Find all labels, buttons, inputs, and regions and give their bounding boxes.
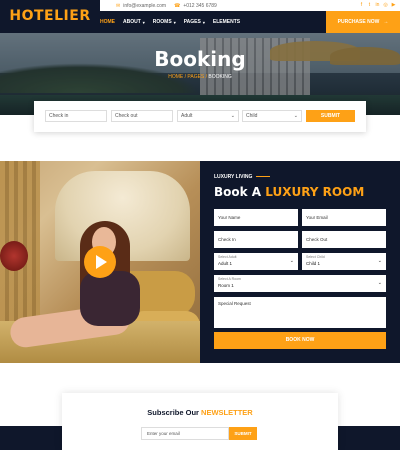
name-field[interactable]: Your Name (214, 209, 298, 226)
title-highlight: LUXURY ROOM (265, 185, 365, 199)
nav-rooms-label: ROOMS (152, 19, 172, 25)
adult-select[interactable]: Adult ⌄ (177, 110, 239, 122)
chevron-down-icon: ▾ (173, 19, 176, 25)
nav-home-label: HOME (100, 19, 115, 25)
checkout-field[interactable]: Check Out (302, 231, 386, 248)
newsletter-title-prefix: Subscribe Our (147, 408, 202, 417)
book-now-button[interactable]: BOOK NOW (214, 332, 386, 349)
chevron-down-icon: ▾ (202, 19, 205, 25)
newsletter-title: Subscribe Our NEWSLETTER (62, 408, 338, 417)
chevron-down-icon: ⌄ (377, 280, 382, 286)
section-title: Book A LUXURY ROOM (214, 185, 364, 199)
brand-logo[interactable]: HOTELIER (0, 0, 100, 33)
flowers (0, 241, 28, 271)
play-video-button[interactable] (84, 246, 116, 278)
main-navigation: HOME ABOUT ▾ ROOMS ▾ PAGES ▾ ELEMENTS (100, 11, 326, 33)
adult-select-value: Adult (181, 113, 193, 119)
nav-elements-label: ELEMENTS (212, 19, 241, 25)
booking-search-bar: Check in Check out Adult ⌄ Child ⌄ SUBMI… (34, 101, 366, 132)
arrow-right-icon: → (383, 19, 389, 25)
social-links: f t in ◎ ▶ (359, 0, 396, 11)
chevron-down-icon: ⌄ (377, 258, 382, 264)
envelope-icon: ✉ (116, 2, 121, 9)
email-text: info@example.com (123, 2, 167, 9)
nav-about-label: ABOUT (123, 19, 141, 25)
nav-about[interactable]: ABOUT ▾ (123, 19, 145, 25)
child-select-value: Child 1 (306, 261, 321, 266)
checkout-input[interactable]: Check out (111, 110, 173, 122)
linkedin-icon[interactable]: in (375, 3, 380, 8)
email-contact[interactable]: ✉ info@example.com (116, 3, 166, 9)
nav-rooms[interactable]: ROOMS ▾ (153, 19, 176, 25)
checkin-input[interactable]: Check in (45, 110, 107, 122)
section-eyebrow: LUXURY LIVING (214, 174, 253, 180)
chevron-down-icon: ▾ (142, 19, 145, 25)
instagram-icon[interactable]: ◎ (383, 3, 388, 8)
phone-text: +012 345 6789 (183, 2, 217, 9)
eyebrow-line (256, 176, 270, 177)
title-prefix: Book A (214, 185, 266, 199)
page-title: Booking (154, 47, 246, 71)
adult-select-field[interactable]: Select Adult Adult 1 ⌄ (214, 253, 298, 270)
youtube-icon[interactable]: ▶ (391, 3, 396, 8)
breadcrumb-current: BOOKING (208, 74, 232, 80)
chevron-down-icon: ⌄ (293, 113, 298, 119)
child-select[interactable]: Child ⌄ (242, 110, 302, 122)
chevron-down-icon: ⌄ (230, 113, 235, 119)
child-select-field[interactable]: Select Child Child 1 ⌄ (302, 253, 386, 270)
newsletter-submit-button[interactable]: SUBMIT (229, 427, 257, 440)
booking-submit-button[interactable]: SUBMIT (306, 110, 355, 122)
room-select-field[interactable]: Select A Room Room 1 ⌄ (214, 275, 386, 292)
newsletter-box: Subscribe Our NEWSLETTER Enter your emai… (62, 393, 338, 450)
breadcrumb-pages[interactable]: PAGES (187, 74, 204, 80)
phone-contact[interactable]: ☎ +012 345 6789 (174, 3, 217, 9)
phone-icon: ☎ (174, 2, 181, 9)
special-request-textarea[interactable]: Special Request (214, 297, 386, 328)
room-select-value: Room 1 (218, 283, 234, 288)
newsletter-title-highlight: NEWSLETTER (201, 408, 253, 417)
purchase-label: PURCHASE NOW (337, 19, 380, 25)
twitter-icon[interactable]: t (367, 3, 372, 8)
checkin-field[interactable]: Check In (214, 231, 298, 248)
facebook-icon[interactable]: f (359, 3, 364, 8)
child-select-value: Child (246, 113, 258, 119)
adult-select-value: Adult 1 (218, 261, 233, 266)
purchase-now-button[interactable]: PURCHASE NOW → (326, 11, 400, 33)
nav-pages-label: PAGES (183, 19, 201, 25)
chevron-down-icon: ⌄ (289, 258, 294, 264)
nav-elements[interactable]: ELEMENTS (213, 19, 240, 25)
nav-pages[interactable]: PAGES ▾ (184, 19, 205, 25)
breadcrumb-home[interactable]: HOME (168, 74, 183, 80)
newsletter-email-input[interactable]: Enter your email (141, 427, 229, 440)
breadcrumb: HOME / PAGES / BOOKING (168, 74, 232, 80)
nav-home[interactable]: HOME (100, 19, 115, 25)
email-field[interactable]: Your Email (302, 209, 386, 226)
top-contact-bar: ✉ info@example.com ☎ +012 345 6789 f t i… (100, 0, 395, 11)
play-icon (96, 255, 107, 269)
woman-dress (80, 271, 140, 326)
